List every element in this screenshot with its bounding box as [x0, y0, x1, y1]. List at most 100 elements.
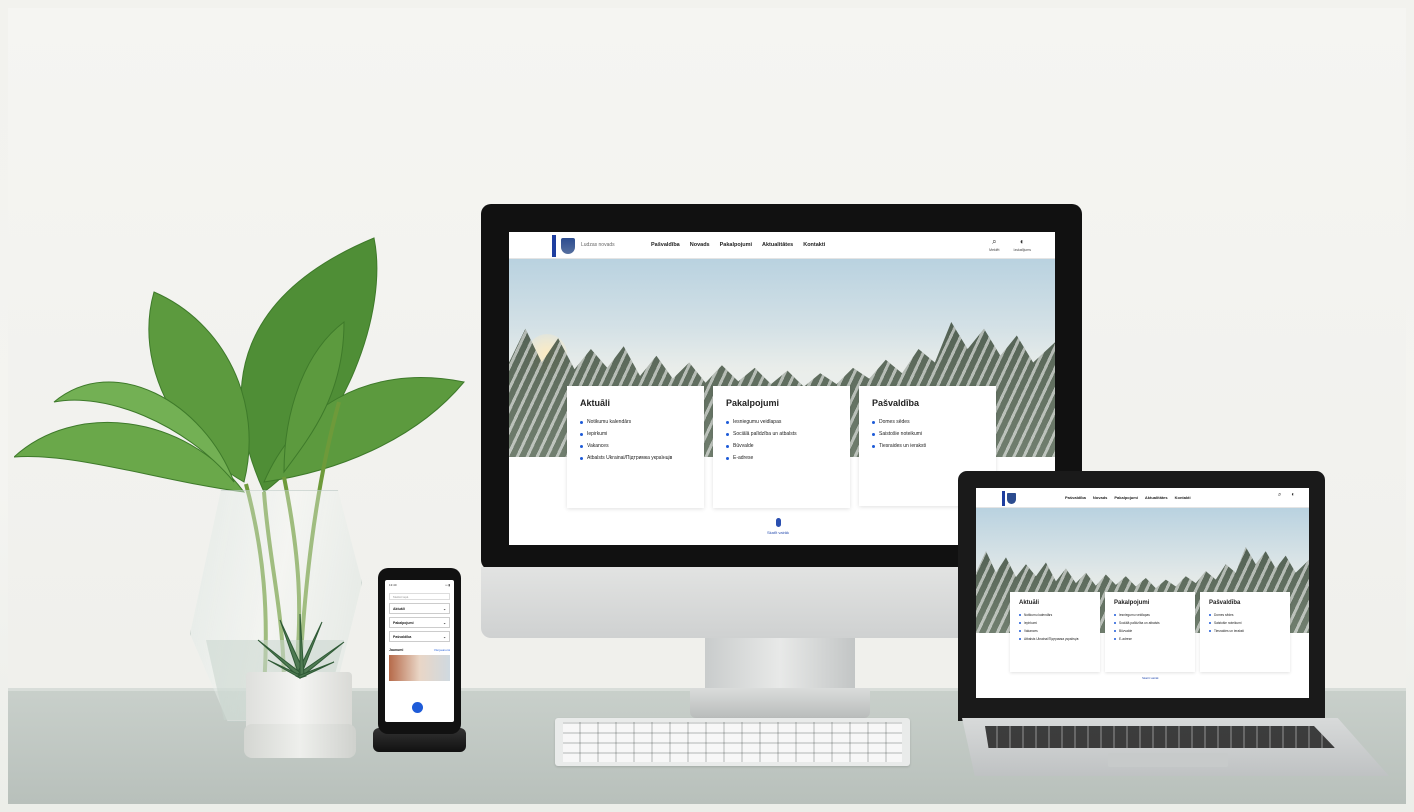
bullet-icon	[1114, 622, 1116, 624]
card-link[interactable]: Atbalsts Ukrainai/Підтримка українців	[1019, 637, 1091, 641]
nav-item-pasvaldiba[interactable]: Pašvaldība	[651, 242, 680, 248]
card-link[interactable]: Būvvalde	[726, 443, 837, 449]
card-link-label: Iepirkumi	[1024, 621, 1037, 625]
nav-item-pakalpojumi[interactable]: Pakalpojumi	[720, 242, 752, 248]
bullet-icon	[1114, 614, 1116, 616]
card-link[interactable]: Iepirkumi	[580, 431, 691, 437]
bullet-icon	[726, 432, 729, 436]
card-link-label: Atbalsts Ukrainai/Підтримка українців	[1024, 637, 1079, 641]
quick-link-cards: Aktuāli Notikumu kalendārs Iepirkumi Vak…	[1010, 592, 1290, 672]
nav-item-novads[interactable]: Novads	[1093, 495, 1107, 500]
card-title: Pašvaldība	[1209, 600, 1241, 606]
card-link[interactable]: Atbalsts Ukrainai/Підтримка українців	[580, 455, 691, 461]
nav-item-kontakti[interactable]: Kontakti	[1175, 495, 1191, 500]
search-icon[interactable]: ⌕	[1278, 492, 1281, 499]
accordion-aktuali[interactable]: Aktuāli ⌄	[389, 603, 450, 614]
bullet-icon	[1209, 630, 1211, 632]
card-pakalpojumi: Pakalpojumi Iesniegumu veidlapas Sociālā…	[1105, 592, 1195, 672]
card-link[interactable]: Saistošie noteikumi	[1209, 621, 1281, 625]
header-accent-bar	[552, 235, 556, 257]
card-link[interactable]: Tiesraides un ieraksti	[1209, 629, 1281, 633]
card-link-label: Vakances	[1024, 629, 1038, 633]
card-link[interactable]: Sociālā palīdzība un atbalsts	[1114, 621, 1186, 625]
bullet-icon	[726, 444, 729, 448]
bullet-icon	[1019, 630, 1021, 632]
card-link-label: Būvvalde	[733, 443, 754, 449]
imac-stand	[705, 638, 855, 690]
card-link-label: Iepirkumi	[587, 431, 608, 437]
card-link[interactable]: Iesniegumu veidlapas	[726, 419, 837, 425]
bullet-icon	[872, 444, 875, 448]
scroll-down-button[interactable]: Skatīt vairāk	[767, 518, 789, 535]
card-link[interactable]: Saistošie noteikumi	[872, 431, 983, 437]
card-link[interactable]: Būvvalde	[1114, 629, 1186, 633]
news-image[interactable]	[389, 655, 450, 681]
card-link[interactable]: Iepirkumi	[1019, 621, 1091, 625]
contrast-button[interactable]: ◐ Izskatījums	[1013, 237, 1031, 252]
nav-item-novads[interactable]: Novads	[690, 242, 710, 248]
card-link[interactable]: Vakances	[580, 443, 691, 449]
card-link[interactable]: Tiesraides un ieraksti	[872, 443, 983, 449]
bullet-icon	[580, 456, 583, 460]
quick-link-cards: Aktuāli Notikumu kalendārs Iepirkumi Vak…	[567, 386, 996, 508]
nav-item-pasvaldiba[interactable]: Pašvaldība	[1065, 495, 1086, 500]
phone-status-bar: 13:40 •• ▮	[385, 580, 454, 590]
header-tools: ⌕ ◐	[1278, 492, 1295, 499]
bullet-icon	[1114, 638, 1116, 640]
card-link-label: Sociālā palīdzība un atbalsts	[733, 431, 797, 437]
chevron-down-icon: ⌄	[443, 607, 446, 611]
card-link-label: Domes sēdes	[1214, 613, 1234, 617]
nav-item-aktualitates[interactable]: Aktualitātes	[1145, 495, 1168, 500]
imac-stand-foot	[690, 688, 870, 718]
header-accent-bar	[1002, 491, 1005, 506]
bullet-icon	[1209, 622, 1211, 624]
nav-item-pakalpojumi[interactable]: Pakalpojumi	[1114, 495, 1138, 500]
scroll-down-button[interactable]: Skatīt vairāk	[1142, 676, 1159, 680]
nav-item-aktualitates[interactable]: Aktualitātes	[762, 242, 793, 248]
bullet-icon	[1019, 622, 1021, 624]
mouse-icon	[775, 518, 781, 527]
card-link[interactable]: Domes sēdes	[1209, 613, 1281, 617]
card-link-label: Notikumu kalendārs	[587, 419, 632, 425]
nav-item-kontakti[interactable]: Kontakti	[803, 242, 825, 248]
coat-of-arms-icon[interactable]	[1007, 493, 1016, 504]
phone-time: 13:40	[389, 583, 397, 587]
coat-of-arms-icon[interactable]	[561, 238, 575, 254]
contrast-icon[interactable]: ◐	[1291, 492, 1295, 499]
laptop-keyboard	[985, 726, 1335, 748]
card-aktuali: Aktuāli Notikumu kalendārs Iepirkumi Vak…	[567, 386, 704, 508]
card-link-label: Saistošie noteikumi	[879, 431, 923, 437]
bullet-icon	[1209, 614, 1211, 616]
card-link[interactable]: Notikumu kalendārs	[580, 419, 691, 425]
all-news-link[interactable]: Visi jaunumi	[434, 648, 450, 652]
pot-saucer	[244, 724, 356, 758]
accordion-pakalpojumi[interactable]: Pakalpojumi ⌄	[389, 617, 450, 628]
chevron-down-icon: ⌄	[443, 635, 446, 639]
bullet-icon	[580, 444, 583, 448]
search-input[interactable]: Meklēt lapā	[389, 593, 450, 600]
card-link-label: Iesniegumu veidlapas	[1119, 613, 1150, 617]
bullet-icon	[1114, 630, 1116, 632]
accessibility-fab-button[interactable]	[412, 702, 423, 713]
card-link[interactable]: E-adrese	[726, 455, 837, 461]
header-tools: ⌕ Meklēt ◐ Izskatījums	[989, 237, 1031, 252]
accordion-pasvaldiba[interactable]: Pašvaldība ⌄	[389, 631, 450, 642]
card-link[interactable]: Domes sēdes	[872, 419, 983, 425]
main-nav: Pašvaldība Novads Pakalpojumi Aktualitāt…	[1065, 495, 1191, 500]
accordion-label: Pašvaldība	[393, 635, 412, 639]
card-link-label: Atbalsts Ukrainai/Підтримка українців	[587, 455, 673, 461]
card-link[interactable]: Vakances	[1019, 629, 1091, 633]
card-link[interactable]: E-adrese	[1114, 637, 1186, 641]
card-link[interactable]: Sociālā palīdzība un atbalsts	[726, 431, 837, 437]
signal-icon: •• ▮	[445, 583, 450, 587]
site-logo-text[interactable]: Ludzas novads	[581, 242, 615, 248]
card-link[interactable]: Iesniegumu veidlapas	[1114, 613, 1186, 617]
site-header: Ludzas novads Pašvaldība Novads Pakalpoj…	[509, 232, 1055, 259]
card-link-label: Tiesraides un ieraksti	[1214, 629, 1244, 633]
card-pakalpojumi: Pakalpojumi Iesniegumu veidlapas Sociālā…	[713, 386, 850, 508]
card-title: Pakalpojumi	[726, 398, 780, 408]
card-link-label: Būvvalde	[1119, 629, 1133, 633]
news-section-header: Jaunumi Visi jaunumi	[389, 648, 450, 652]
card-link[interactable]: Notikumu kalendārs	[1019, 613, 1091, 617]
search-button[interactable]: ⌕ Meklēt	[989, 237, 999, 252]
